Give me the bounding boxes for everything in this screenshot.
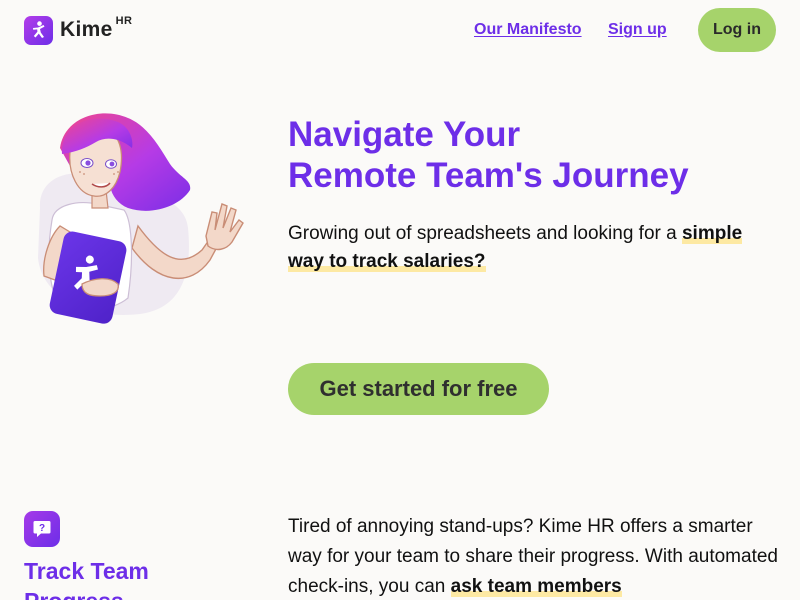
hero-description: Growing out of spreadsheets and looking … xyxy=(288,220,778,276)
feature-title: Track Team Progress xyxy=(24,558,149,600)
logo-link[interactable]: Kime HR xyxy=(24,15,132,45)
feature-description: Tired of annoying stand-ups? Kime HR off… xyxy=(288,512,778,600)
kime-person-icon xyxy=(24,15,53,45)
waving-woman-illustration xyxy=(20,108,255,330)
hero-description-text: Growing out of spreadsheets and looking … xyxy=(288,223,682,244)
question-bubble-icon: ? xyxy=(24,511,60,547)
question-glyph: ? xyxy=(39,523,45,534)
hero-title: Navigate Your Remote Team's Journey xyxy=(288,114,788,196)
site-header: Kime HR Our Manifesto Sign up Log in xyxy=(0,0,800,62)
landing-page: Kime HR Our Manifesto Sign up Log in Nav… xyxy=(0,0,800,600)
nav-manifesto-link[interactable]: Our Manifesto xyxy=(474,21,582,39)
login-button[interactable]: Log in xyxy=(698,8,776,52)
nav-signup-link[interactable]: Sign up xyxy=(608,21,667,39)
get-started-button[interactable]: Get started for free xyxy=(288,363,549,415)
feature-description-highlight: ask team members xyxy=(450,576,622,597)
hero-title-line-2: Remote Team's Journey xyxy=(288,156,689,195)
hero-title-line-1: Navigate Your xyxy=(288,115,521,154)
logo-superscript: HR xyxy=(115,15,133,27)
logo-text: Kime xyxy=(60,18,113,41)
